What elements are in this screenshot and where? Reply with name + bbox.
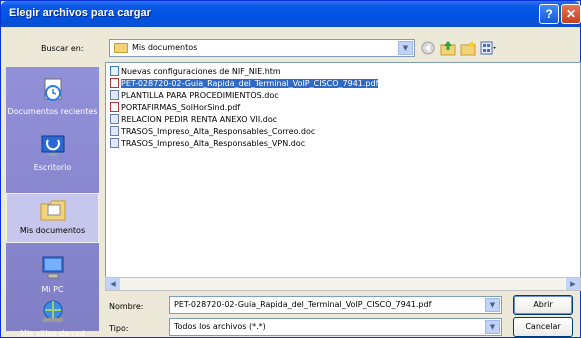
place-label: Mi PC (41, 285, 64, 294)
place-recent-documents[interactable]: Documentos recientes (6, 77, 99, 116)
horizontal-scrollbar[interactable]: ◀ ▶ (105, 277, 581, 291)
place-label: Mis documentos (19, 226, 86, 235)
word-file-icon (110, 90, 119, 100)
recent-documents-icon (44, 78, 61, 101)
list-item[interactable]: PLANTILLA PARA PROCEDIMIENTOS.doc (110, 90, 279, 101)
list-item[interactable]: PORTAFIRMAS_SolHorSind.pdf (110, 102, 240, 113)
back-icon[interactable] (419, 39, 437, 57)
lookin-value: Mis documentos (132, 43, 198, 52)
list-item-selected[interactable]: PET-028720-02-Guia_Rapida_del_Terminal_V… (110, 78, 380, 89)
scroll-right-icon[interactable]: ▶ (566, 278, 580, 290)
word-file-icon (110, 126, 119, 136)
place-label: Mis sitios de red (20, 329, 85, 338)
my-computer-icon (42, 256, 63, 279)
network-places-icon (42, 300, 63, 322)
place-network[interactable]: Mis sitios de red (6, 299, 99, 338)
list-item[interactable]: TRASOS_Impreso_Alta_Responsables_VPN.doc (110, 138, 305, 149)
places-bar: Documentos recientes Escritorio Mis docu… (6, 67, 99, 338)
pdf-file-icon (110, 78, 119, 88)
chevron-down-icon[interactable]: ▼ (485, 320, 500, 334)
filename-value: PET-028720-02-Guia_Rapida_del_Terminal_V… (174, 300, 432, 309)
place-desktop[interactable]: Escritorio (6, 133, 99, 172)
file-list[interactable]: Nuevas configuraciones de NIF_NIE.htm PE… (105, 62, 581, 284)
file-upload-dialog: Elegir archivos para cargar ? ✕ Buscar e… (0, 0, 581, 338)
lookin-label: Buscar en: (41, 44, 84, 53)
place-label: Escritorio (33, 163, 72, 172)
pdf-file-icon (110, 102, 119, 112)
my-documents-icon (40, 200, 65, 221)
scroll-left-icon[interactable]: ◀ (106, 278, 120, 290)
chevron-down-icon[interactable]: ▼ (485, 298, 500, 312)
dialog-title: Elegir archivos para cargar (9, 7, 151, 19)
list-item[interactable]: Nuevas configuraciones de NIF_NIE.htm (110, 66, 281, 77)
list-item[interactable]: RELACION PEDIR RENTA ANEXO VII.doc (110, 114, 277, 125)
chevron-down-icon[interactable]: ▼ (398, 41, 413, 55)
filetype-value: Todos los archivos (*.*) (174, 322, 266, 331)
folder-icon (114, 43, 128, 53)
help-button[interactable]: ? (539, 4, 559, 24)
html-file-icon (110, 66, 119, 76)
view-menu-icon[interactable] (479, 39, 497, 57)
new-folder-icon[interactable] (459, 39, 477, 57)
place-my-documents[interactable]: Mis documentos (6, 193, 99, 243)
filetype-dropdown[interactable]: Todos los archivos (*.*) ▼ (169, 318, 502, 336)
word-file-icon (110, 138, 119, 148)
cancel-button[interactable]: Cancelar (513, 317, 573, 337)
open-button[interactable]: Abrir (513, 295, 573, 315)
place-label: Documentos recientes (7, 107, 98, 116)
title-bar[interactable]: Elegir archivos para cargar ? ✕ (1, 1, 581, 27)
up-folder-icon[interactable] (439, 39, 457, 57)
desktop-icon (41, 135, 64, 156)
place-my-computer[interactable]: Mi PC (6, 255, 99, 294)
filename-label: Nombre: (109, 302, 144, 311)
lookin-dropdown[interactable]: Mis documentos ▼ (109, 39, 415, 57)
filetype-label: Tipo: (109, 324, 129, 333)
word-file-icon (110, 114, 119, 124)
filename-field[interactable]: PET-028720-02-Guia_Rapida_del_Terminal_V… (169, 296, 502, 314)
list-item[interactable]: TRASOS_Impreso_Alta_Responsables_Correo.… (110, 126, 315, 137)
close-button[interactable]: ✕ (561, 4, 581, 24)
